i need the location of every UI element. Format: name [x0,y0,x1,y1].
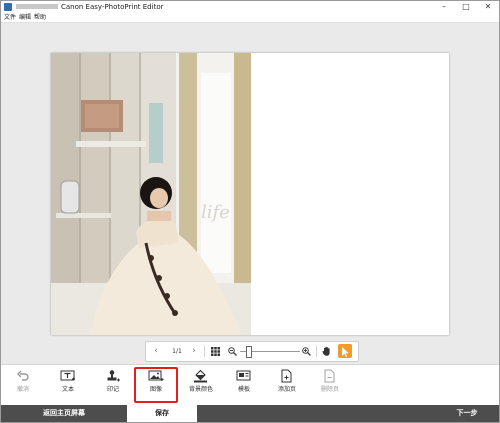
next-button[interactable]: 下一步 [435,405,499,422]
stamp-button[interactable]: 印记 [91,367,135,403]
layout-page[interactable]: life [51,53,449,335]
divider [204,346,205,357]
photo-image[interactable]: life [51,53,251,335]
next-page-button[interactable]: › [188,342,200,361]
window-title: Canon Easy-PhotoPrint Editor [61,3,164,11]
photo-overlay-text: life [201,202,230,223]
save-button[interactable]: 保存 [127,405,197,422]
undo-icon [17,370,29,381]
delete-page-icon [324,369,335,383]
stamp-icon [107,370,120,382]
bottom-bar-fill [197,405,435,422]
bottom-bar: 返回主页屏幕 保存 下一步 [1,405,499,422]
select-pointer-button[interactable] [338,344,352,358]
title-bar: Canon Easy-PhotoPrint Editor – □ ✕ [1,1,499,13]
image-label: 图像 [149,386,162,393]
editing-workspace: life ‹ 1/1 › [1,23,499,364]
arrow-pointer-icon [342,347,349,357]
redacted-title-prefix [16,4,58,9]
thumbnail-grid-icon[interactable] [208,342,222,361]
delete-page-button[interactable]: 删除页 [308,367,352,403]
stamp-label: 印记 [106,386,119,393]
menu-file[interactable]: 文件 [4,13,16,22]
maximize-button[interactable]: □ [455,1,477,13]
background-color-button[interactable]: 背景颜色 [179,367,223,403]
page-indicator: 1/1 [172,348,182,355]
text-button[interactable]: 文本 [46,367,90,403]
undo-button[interactable]: 撤消 [1,367,45,403]
add-page-icon [281,369,292,383]
zoom-in-icon[interactable] [300,342,312,361]
undo-label: 撤消 [16,386,29,393]
page-navigation-bar: ‹ 1/1 › [145,341,359,362]
divider [316,346,317,357]
photo-illustration: life [51,53,251,335]
template-icon [236,370,251,381]
background-color-label: 背景颜色 [188,386,213,393]
template-button[interactable]: 模板 [222,367,266,403]
minimize-button[interactable]: – [433,1,455,13]
previous-page-button[interactable]: ‹ [150,342,162,361]
text-label: 文本 [61,386,74,393]
menu-edit[interactable]: 编辑 [19,13,31,22]
add-page-label: 添加页 [277,386,296,393]
image-button[interactable]: 图像 [134,367,178,403]
return-home-button[interactable]: 返回主页屏幕 [1,405,127,422]
menu-bar: 文件 编辑 帮助 [1,13,499,23]
background-color-icon [194,369,207,383]
edit-toolbar: 撤消 文本 印记 图像 背景颜色 模板 添加页 删除页 [1,364,499,405]
add-page-button[interactable]: 添加页 [265,367,309,403]
text-icon [60,370,75,381]
menu-help[interactable]: 帮助 [34,13,46,22]
template-label: 模板 [237,386,250,393]
delete-page-label: 删除页 [320,386,339,393]
app-window: Canon Easy-PhotoPrint Editor – □ ✕ 文件 编辑… [0,0,500,423]
close-button[interactable]: ✕ [477,1,499,13]
zoom-out-icon[interactable] [226,342,238,361]
zoom-slider-thumb[interactable] [246,346,252,358]
app-icon [4,3,12,11]
hand-pan-icon[interactable] [320,342,334,361]
image-icon [148,370,164,381]
